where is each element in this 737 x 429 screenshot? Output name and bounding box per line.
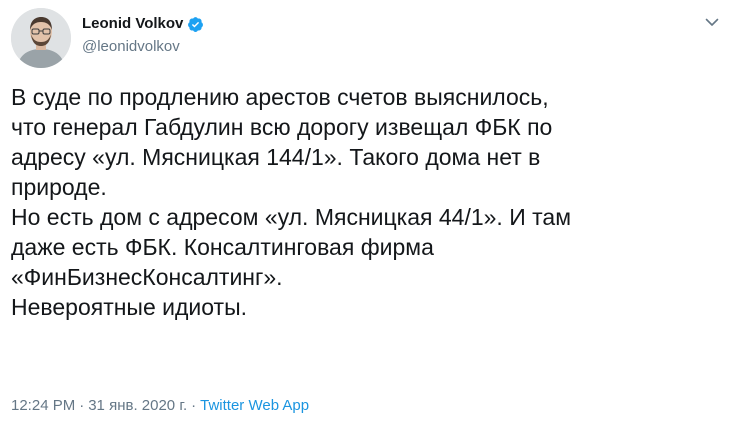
tweet-text-line: «ФинБизнесКонсалтинг».: [11, 264, 283, 290]
tweet-text-line: что генерал Габдулин всю дорогу извещал …: [11, 114, 553, 140]
avatar[interactable]: [11, 8, 71, 68]
tweet-source-link[interactable]: Twitter Web App: [200, 397, 309, 414]
author-name-row: Leonid Volkov: [82, 13, 204, 35]
meta-separator: ·: [191, 397, 197, 414]
author-display-name[interactable]: Leonid Volkov: [82, 14, 183, 34]
tweet-text-line: Невероятные идиоты.: [11, 294, 247, 320]
verified-badge-icon: [187, 16, 204, 33]
tweet-date[interactable]: 31 янв. 2020 г.: [88, 397, 187, 414]
meta-separator: ·: [79, 397, 85, 414]
tweet-card: Leonid Volkov @leonidvolkov В суде по пр…: [0, 0, 737, 429]
tweet-text-line: Но есть дом с адресом «ул. Мясницкая 44/…: [11, 204, 572, 230]
tweet-text-line: природе.: [11, 174, 107, 200]
tweet-text-line: даже есть ФБК. Консалтинговая фирма: [11, 234, 434, 260]
tweet-metadata: 12:24 PM · 31 янв. 2020 г. · Twitter Web App: [11, 396, 309, 416]
tweet-text-line: В суде по продлению арестов счетов выясн…: [11, 84, 549, 110]
tweet-text: В суде по продлению арестов счетов выясн…: [11, 82, 726, 322]
author-handle[interactable]: @leonidvolkov: [82, 37, 180, 57]
tweet-time[interactable]: 12:24 PM: [11, 397, 75, 414]
tweet-text-line: адресу «ул. Мясницкая 144/1». Такого дом…: [11, 144, 541, 170]
chevron-down-icon[interactable]: [700, 10, 724, 34]
